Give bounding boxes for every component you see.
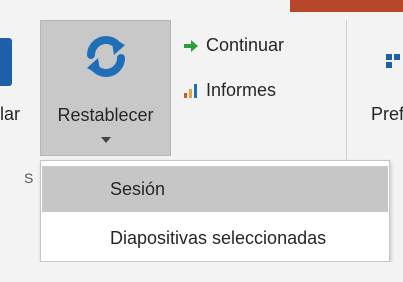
- partial-left-icon[interactable]: [0, 38, 12, 86]
- refresh-icon: [87, 36, 125, 77]
- partial-left-label[interactable]: lar: [0, 104, 20, 125]
- menu-item-selected-slides[interactable]: Diapositivas seleccionadas: [42, 215, 388, 261]
- partial-right-label[interactable]: Prefe: [371, 104, 403, 125]
- background: [0, 262, 403, 282]
- chevron-down-icon: [101, 137, 111, 143]
- reset-button[interactable]: Restablecer: [40, 20, 171, 156]
- partial-right-icon[interactable]: [386, 54, 400, 68]
- group-divider: [346, 20, 347, 170]
- group-label: S: [24, 170, 34, 186]
- reset-dropdown-menu: Sesión Diapositivas seleccionadas: [40, 160, 390, 262]
- accent-bar: [290, 0, 403, 12]
- bar-chart-icon: [184, 83, 197, 98]
- reports-button[interactable]: Informes: [182, 80, 276, 101]
- continue-label: Continuar: [206, 35, 285, 55]
- reset-button-label: Restablecer: [57, 105, 154, 125]
- menu-item-session[interactable]: Sesión: [42, 166, 388, 212]
- green-arrow-right-icon: [184, 39, 198, 52]
- continue-button[interactable]: Continuar: [182, 35, 284, 56]
- reports-label: Informes: [206, 80, 277, 100]
